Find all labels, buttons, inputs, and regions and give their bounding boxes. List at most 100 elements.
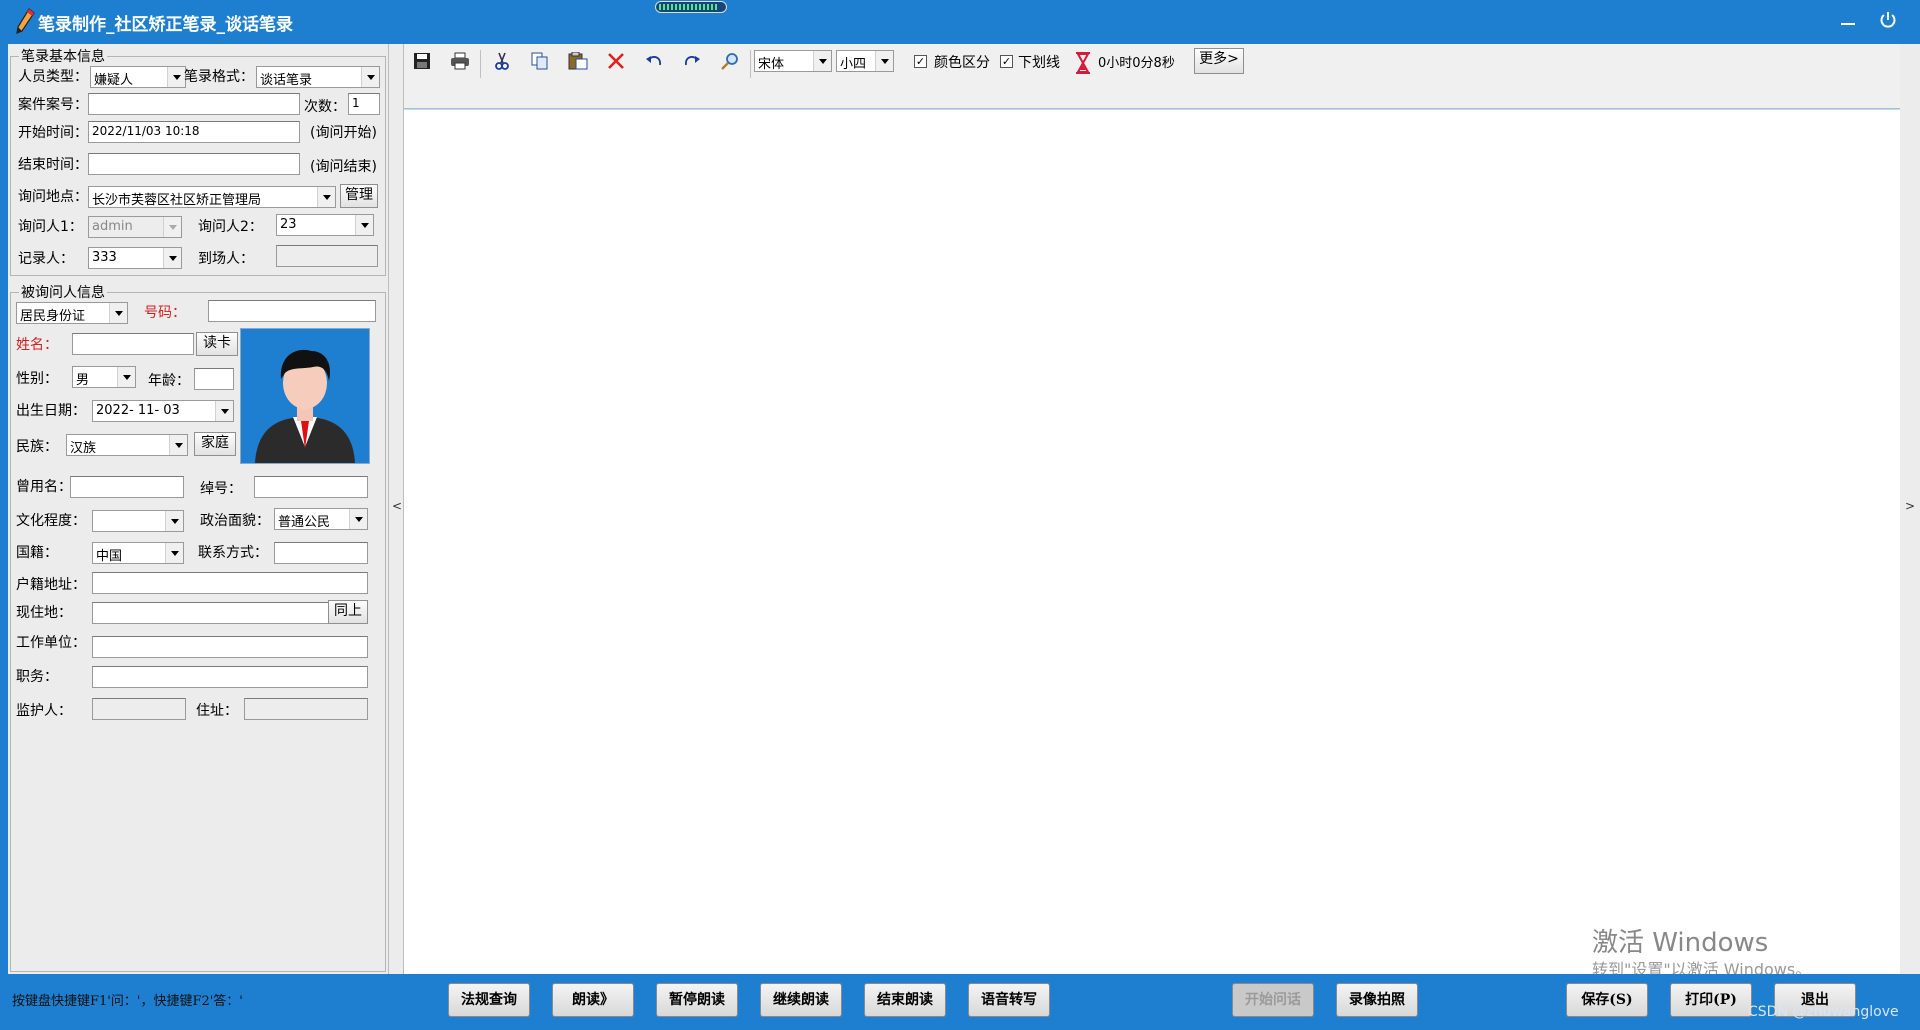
education-select[interactable] xyxy=(92,510,184,532)
nickname-input[interactable] xyxy=(254,476,368,498)
person-type-select[interactable]: 嫌疑人 xyxy=(90,66,186,88)
birth-date-label: 出生日期： xyxy=(16,403,86,419)
toolbar-separator xyxy=(750,50,751,78)
chevron-down-icon xyxy=(813,51,831,71)
undo-icon xyxy=(646,56,661,66)
chevron-down-icon xyxy=(215,401,233,421)
copy-tool-button[interactable] xyxy=(528,52,552,76)
paste-icon xyxy=(568,51,588,70)
save-tool-button[interactable] xyxy=(410,52,434,76)
print-button[interactable]: 打印(P) xyxy=(1670,983,1752,1017)
nationality-select[interactable]: 中国 xyxy=(92,542,184,564)
window-title: 笔录制作_社区矫正笔录_谈话笔录 xyxy=(38,15,293,35)
font-family-select[interactable]: 宋体 xyxy=(754,50,832,72)
political-select[interactable]: 普通公民 xyxy=(274,508,368,530)
person-type-label: 人员类型： xyxy=(18,69,88,85)
recorder-select[interactable]: 333 xyxy=(88,247,182,269)
birth-date-picker[interactable]: 2022- 11- 03 xyxy=(92,400,234,422)
power-button[interactable] xyxy=(1874,8,1902,36)
color-distinguish-checkbox[interactable]: ✓ xyxy=(914,55,927,68)
former-name-input[interactable] xyxy=(70,476,184,498)
chevron-down-icon xyxy=(165,511,183,531)
underline-checkbox[interactable]: ✓ xyxy=(1000,55,1013,68)
age-input[interactable] xyxy=(194,368,234,390)
minimize-button[interactable] xyxy=(1834,8,1862,36)
undo-tool-button[interactable] xyxy=(642,52,666,76)
present-label: 到场人： xyxy=(198,251,254,267)
chevron-down-icon xyxy=(167,67,185,87)
start-inquiry-button[interactable]: 开始问话 xyxy=(1232,983,1314,1017)
find-tool-button[interactable] xyxy=(718,52,742,76)
power-icon xyxy=(1880,12,1896,28)
redo-tool-button[interactable] xyxy=(680,52,704,76)
count-label: 次数： xyxy=(304,99,346,115)
interrogator1-select[interactable]: admin xyxy=(88,216,182,238)
chevron-down-icon xyxy=(361,67,379,87)
more-button[interactable]: 更多> xyxy=(1194,48,1244,74)
print-tool-button[interactable] xyxy=(448,52,472,76)
end-time-label: 结束时间： xyxy=(18,157,88,173)
chevron-down-icon xyxy=(163,217,181,237)
residence-input[interactable] xyxy=(92,602,330,624)
location-select[interactable]: 长沙市芙蓉区社区矫正管理局 xyxy=(88,186,336,208)
ethnicity-select[interactable]: 汉族 xyxy=(66,434,188,456)
bottom-action-bar: 按键盘快捷键F1'问：'，快捷键F2'答：' 法规查询 朗读》 暂停朗读 继续朗… xyxy=(0,974,1920,1030)
title-bar: 笔录制作_社区矫正笔录_谈话笔录 xyxy=(0,0,1920,44)
format-label: 笔录格式： xyxy=(184,69,254,85)
manage-button[interactable]: 管理 xyxy=(340,184,378,208)
speech-to-text-button[interactable]: 语音转写 xyxy=(968,983,1050,1017)
continue-reading-button[interactable]: 继续朗读 xyxy=(760,983,842,1017)
collapse-right-arrow: > xyxy=(1905,499,1916,513)
find-icon xyxy=(721,53,738,70)
former-name-label: 曾用名： xyxy=(16,479,72,495)
paste-tool-button[interactable] xyxy=(566,51,590,76)
id-type-select[interactable]: 居民身份证 xyxy=(16,302,128,324)
save-button[interactable]: 保存(S) xyxy=(1566,983,1648,1017)
end-reading-button[interactable]: 结束朗读 xyxy=(864,983,946,1017)
interrogator1-label: 询问人1： xyxy=(18,219,83,235)
present-input[interactable] xyxy=(276,245,378,267)
case-no-input[interactable] xyxy=(88,93,300,115)
chevron-down-icon xyxy=(165,543,183,563)
record-photo-button[interactable]: 录像拍照 xyxy=(1336,983,1418,1017)
pause-reading-button[interactable]: 暂停朗读 xyxy=(656,983,738,1017)
name-label: 姓名： xyxy=(16,337,58,353)
gender-select[interactable]: 男 xyxy=(72,366,136,388)
end-note: (询问结束) xyxy=(310,159,377,175)
start-time-input[interactable]: 2022/11/03 10:18 xyxy=(88,121,300,143)
read-aloud-button[interactable]: 朗读》 xyxy=(552,983,634,1017)
name-input[interactable] xyxy=(72,333,194,355)
print-icon xyxy=(451,52,469,70)
person-avatar-icon xyxy=(255,349,355,463)
interrogator2-select[interactable]: 23 xyxy=(276,214,374,236)
cut-icon xyxy=(495,52,509,70)
law-query-button[interactable]: 法规查询 xyxy=(448,983,530,1017)
count-input[interactable]: 1 xyxy=(348,93,380,115)
read-card-button[interactable]: 读卡 xyxy=(196,332,238,356)
hourglass-icon xyxy=(1074,52,1092,74)
end-time-input[interactable] xyxy=(88,153,300,175)
format-select[interactable]: 谈话笔录 xyxy=(256,66,380,88)
basic-info-legend: 笔录基本信息 xyxy=(21,49,105,65)
guardian-label: 监护人： xyxy=(16,703,72,719)
subject-info-legend: 被询问人信息 xyxy=(21,285,105,301)
delete-tool-button[interactable] xyxy=(604,52,628,76)
education-label: 文化程度： xyxy=(16,513,86,529)
nationality-label: 国籍： xyxy=(16,545,58,561)
cut-tool-button[interactable] xyxy=(490,52,514,76)
record-text-editor[interactable] xyxy=(404,110,1900,974)
family-button[interactable]: 家庭 xyxy=(194,432,236,456)
same-as-above-button[interactable]: 同上 xyxy=(328,600,368,624)
font-size-select[interactable]: 小四 xyxy=(836,50,894,72)
id-number-input[interactable] xyxy=(208,300,376,322)
household-address-input[interactable] xyxy=(92,572,368,594)
collapse-left-splitter[interactable]: < xyxy=(388,44,404,974)
guardian-input[interactable] xyxy=(92,698,186,720)
collapse-right-splitter[interactable]: > xyxy=(1900,44,1920,974)
workplace-input[interactable] xyxy=(92,636,368,658)
source-credit: CSDN @zhuwanglove xyxy=(1748,1004,1899,1020)
guardian-address-input[interactable] xyxy=(244,698,368,720)
contact-input[interactable] xyxy=(274,542,368,564)
chevron-down-icon xyxy=(109,303,127,323)
position-input[interactable] xyxy=(92,666,368,688)
